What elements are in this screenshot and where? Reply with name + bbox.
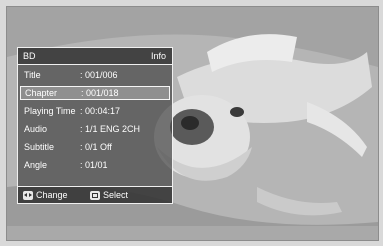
info-row-angle[interactable]: Angle : 01/01: [20, 158, 170, 172]
row-label: Angle: [24, 160, 48, 170]
enter-icon: [90, 190, 100, 200]
row-label: Subtitle: [24, 142, 55, 152]
info-row-title[interactable]: Title : 001/006: [20, 68, 170, 82]
row-label: Audio: [24, 124, 48, 134]
info-row-chapter[interactable]: Chapter : 001/018: [20, 86, 170, 100]
bottom-strip: [7, 226, 378, 240]
row-value: : 001/018: [81, 88, 119, 98]
change-hint: Change: [23, 190, 68, 200]
change-label: Change: [36, 190, 68, 200]
source-label: BD: [23, 51, 36, 61]
row-value: : 01/01: [80, 160, 108, 170]
info-panel: BD Info Title : 001/006 Chapter : 001/01…: [17, 47, 173, 204]
info-row-audio[interactable]: Audio : 1/1 ENG 2CH: [20, 122, 170, 136]
row-value: : 0/1 Off: [80, 142, 112, 152]
select-hint: Select: [90, 190, 128, 200]
panel-footer: Change Select: [18, 186, 172, 203]
panel-header: BD Info: [18, 48, 172, 65]
row-label: Title: [24, 70, 41, 80]
video-screen: BD Info Title : 001/006 Chapter : 001/01…: [6, 6, 379, 241]
row-label: Chapter: [25, 88, 58, 98]
row-value: : 001/006: [80, 70, 118, 80]
select-label: Select: [103, 190, 129, 200]
mode-label: Info: [150, 51, 166, 61]
row-label: Playing Time: [24, 106, 76, 116]
left-right-arrows-icon: [23, 190, 33, 200]
info-row-subtitle[interactable]: Subtitle : 0/1 Off: [20, 140, 170, 154]
row-value: : 1/1 ENG 2CH: [80, 124, 141, 134]
row-value: : 00:04:17: [80, 106, 121, 116]
info-row-playing-time[interactable]: Playing Time : 00:04:17: [20, 104, 170, 118]
